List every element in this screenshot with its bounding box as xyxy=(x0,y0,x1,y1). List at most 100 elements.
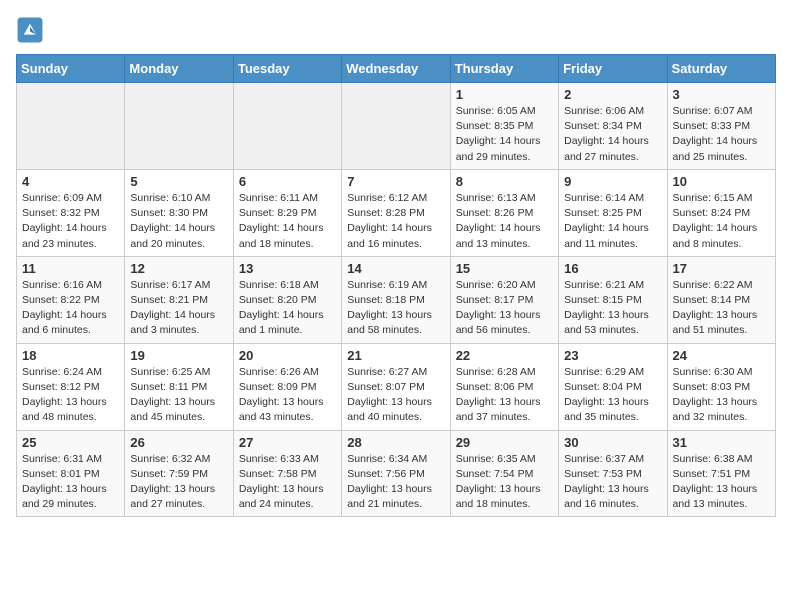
page-header xyxy=(16,16,776,44)
calendar-week-row: 4Sunrise: 6:09 AM Sunset: 8:32 PM Daylig… xyxy=(17,169,776,256)
weekday-header: Sunday xyxy=(17,55,125,83)
day-info: Sunrise: 6:05 AM Sunset: 8:35 PM Dayligh… xyxy=(456,104,553,165)
day-info: Sunrise: 6:27 AM Sunset: 8:07 PM Dayligh… xyxy=(347,365,444,426)
calendar-day-cell: 17Sunrise: 6:22 AM Sunset: 8:14 PM Dayli… xyxy=(667,256,775,343)
day-number: 24 xyxy=(673,348,770,363)
calendar-day-cell: 25 Sunrise: 6:31 AM Sunset: 8:01 PM Dayli… xyxy=(17,430,125,517)
day-info: Sunrise: 6:20 AM Sunset: 8:17 PM Dayligh… xyxy=(456,278,553,339)
weekday-header: Friday xyxy=(559,55,667,83)
day-info: Sunrise: 6:26 AM Sunset: 8:09 PM Dayligh… xyxy=(239,365,336,426)
day-info: Sunrise: 6:18 AM Sunset: 8:20 PM Dayligh… xyxy=(239,278,336,339)
day-number: 31 xyxy=(673,435,770,450)
day-info: Sunrise: 6:12 AM Sunset: 8:28 PM Dayligh… xyxy=(347,191,444,252)
day-number: 15 xyxy=(456,261,553,276)
day-number: 18 xyxy=(22,348,119,363)
day-info: Sunrise: 6:15 AM Sunset: 8:24 PM Dayligh… xyxy=(673,191,770,252)
day-info: Sunrise: 6:09 AM Sunset: 8:32 PM Dayligh… xyxy=(22,191,119,252)
calendar-day-cell xyxy=(125,83,233,170)
day-number: 29 xyxy=(456,435,553,450)
day-info: Sunrise: 6:11 AM Sunset: 8:29 PM Dayligh… xyxy=(239,191,336,252)
day-number: 16 xyxy=(564,261,661,276)
calendar-day-cell: 3 Sunrise: 6:07 AM Sunset: 8:33 PM Daylig… xyxy=(667,83,775,170)
calendar-day-cell: 29 Sunrise: 6:35 AM Sunset: 7:54 PM Dayli… xyxy=(450,430,558,517)
calendar-day-cell: 28Sunrise: 6:34 AM Sunset: 7:56 PM Dayli… xyxy=(342,430,450,517)
calendar-day-cell: 6 Sunrise: 6:11 AM Sunset: 8:29 PM Daylig… xyxy=(233,169,341,256)
weekday-header: Monday xyxy=(125,55,233,83)
day-info: Sunrise: 6:06 AM Sunset: 8:34 PM Dayligh… xyxy=(564,104,661,165)
day-info: Sunrise: 6:21 AM Sunset: 8:15 PM Dayligh… xyxy=(564,278,661,339)
day-info: Sunrise: 6:25 AM Sunset: 8:11 PM Dayligh… xyxy=(130,365,227,426)
calendar-day-cell: 8Sunrise: 6:13 AM Sunset: 8:26 PM Daylig… xyxy=(450,169,558,256)
day-number: 1 xyxy=(456,87,553,102)
calendar-week-row: 18 Sunrise: 6:24 AM Sunset: 8:12 PM Dayli… xyxy=(17,343,776,430)
calendar-day-cell: 31Sunrise: 6:38 AM Sunset: 7:51 PM Dayli… xyxy=(667,430,775,517)
calendar-day-cell: 11 Sunrise: 6:16 AM Sunset: 8:22 PM Dayli… xyxy=(17,256,125,343)
calendar-day-cell xyxy=(17,83,125,170)
day-number: 27 xyxy=(239,435,336,450)
day-number: 13 xyxy=(239,261,336,276)
calendar-day-cell xyxy=(233,83,341,170)
day-info: Sunrise: 6:19 AM Sunset: 8:18 PM Dayligh… xyxy=(347,278,444,339)
day-info: Sunrise: 6:07 AM Sunset: 8:33 PM Dayligh… xyxy=(673,104,770,165)
day-number: 25 xyxy=(22,435,119,450)
calendar-day-cell: 1 Sunrise: 6:05 AM Sunset: 8:35 PM Daylig… xyxy=(450,83,558,170)
day-info: Sunrise: 6:24 AM Sunset: 8:12 PM Dayligh… xyxy=(22,365,119,426)
day-number: 21 xyxy=(347,348,444,363)
day-info: Sunrise: 6:31 AM Sunset: 8:01 PM Dayligh… xyxy=(22,452,119,513)
day-number: 3 xyxy=(673,87,770,102)
day-info: Sunrise: 6:22 AM Sunset: 8:14 PM Dayligh… xyxy=(673,278,770,339)
calendar-day-cell: 2 Sunrise: 6:06 AM Sunset: 8:34 PM Daylig… xyxy=(559,83,667,170)
day-number: 9 xyxy=(564,174,661,189)
day-number: 26 xyxy=(130,435,227,450)
day-number: 14 xyxy=(347,261,444,276)
calendar-header-row: SundayMondayTuesdayWednesdayThursdayFrid… xyxy=(17,55,776,83)
calendar-day-cell: 18 Sunrise: 6:24 AM Sunset: 8:12 PM Dayli… xyxy=(17,343,125,430)
calendar-day-cell: 19 Sunrise: 6:25 AM Sunset: 8:11 PM Dayli… xyxy=(125,343,233,430)
day-info: Sunrise: 6:17 AM Sunset: 8:21 PM Dayligh… xyxy=(130,278,227,339)
day-info: Sunrise: 6:28 AM Sunset: 8:06 PM Dayligh… xyxy=(456,365,553,426)
calendar-day-cell: 13 Sunrise: 6:18 AM Sunset: 8:20 PM Dayli… xyxy=(233,256,341,343)
calendar-day-cell: 21 Sunrise: 6:27 AM Sunset: 8:07 PM Dayli… xyxy=(342,343,450,430)
day-number: 6 xyxy=(239,174,336,189)
day-number: 19 xyxy=(130,348,227,363)
day-info: Sunrise: 6:33 AM Sunset: 7:58 PM Dayligh… xyxy=(239,452,336,513)
day-info: Sunrise: 6:14 AM Sunset: 8:25 PM Dayligh… xyxy=(564,191,661,252)
day-info: Sunrise: 6:29 AM Sunset: 8:04 PM Dayligh… xyxy=(564,365,661,426)
calendar-day-cell xyxy=(342,83,450,170)
day-number: 22 xyxy=(456,348,553,363)
day-info: Sunrise: 6:13 AM Sunset: 8:26 PM Dayligh… xyxy=(456,191,553,252)
day-number: 28 xyxy=(347,435,444,450)
day-info: Sunrise: 6:10 AM Sunset: 8:30 PM Dayligh… xyxy=(130,191,227,252)
day-info: Sunrise: 6:32 AM Sunset: 7:59 PM Dayligh… xyxy=(130,452,227,513)
day-info: Sunrise: 6:30 AM Sunset: 8:03 PM Dayligh… xyxy=(673,365,770,426)
calendar-day-cell: 9 Sunrise: 6:14 AM Sunset: 8:25 PM Daylig… xyxy=(559,169,667,256)
calendar-week-row: 25 Sunrise: 6:31 AM Sunset: 8:01 PM Dayli… xyxy=(17,430,776,517)
calendar-day-cell: 7 Sunrise: 6:12 AM Sunset: 8:28 PM Daylig… xyxy=(342,169,450,256)
calendar-day-cell: 20 Sunrise: 6:26 AM Sunset: 8:09 PM Dayli… xyxy=(233,343,341,430)
calendar-day-cell: 16 Sunrise: 6:21 AM Sunset: 8:15 PM Dayli… xyxy=(559,256,667,343)
calendar-day-cell: 5 Sunrise: 6:10 AM Sunset: 8:30 PM Daylig… xyxy=(125,169,233,256)
day-number: 20 xyxy=(239,348,336,363)
logo-icon xyxy=(16,16,44,44)
day-number: 10 xyxy=(673,174,770,189)
calendar-day-cell: 26 Sunrise: 6:32 AM Sunset: 7:59 PM Dayli… xyxy=(125,430,233,517)
weekday-header: Tuesday xyxy=(233,55,341,83)
day-number: 7 xyxy=(347,174,444,189)
calendar-day-cell: 15 Sunrise: 6:20 AM Sunset: 8:17 PM Dayli… xyxy=(450,256,558,343)
day-number: 2 xyxy=(564,87,661,102)
day-info: Sunrise: 6:16 AM Sunset: 8:22 PM Dayligh… xyxy=(22,278,119,339)
calendar-day-cell: 4Sunrise: 6:09 AM Sunset: 8:32 PM Daylig… xyxy=(17,169,125,256)
weekday-header: Thursday xyxy=(450,55,558,83)
day-info: Sunrise: 6:35 AM Sunset: 7:54 PM Dayligh… xyxy=(456,452,553,513)
day-info: Sunrise: 6:37 AM Sunset: 7:53 PM Dayligh… xyxy=(564,452,661,513)
day-number: 5 xyxy=(130,174,227,189)
day-number: 11 xyxy=(22,261,119,276)
calendar-week-row: 1 Sunrise: 6:05 AM Sunset: 8:35 PM Daylig… xyxy=(17,83,776,170)
calendar-day-cell: 22 Sunrise: 6:28 AM Sunset: 8:06 PM Dayli… xyxy=(450,343,558,430)
calendar-day-cell: 10 Sunrise: 6:15 AM Sunset: 8:24 PM Dayli… xyxy=(667,169,775,256)
calendar-day-cell: 12 Sunrise: 6:17 AM Sunset: 8:21 PM Dayli… xyxy=(125,256,233,343)
calendar-day-cell: 24 Sunrise: 6:30 AM Sunset: 8:03 PM Dayli… xyxy=(667,343,775,430)
calendar-week-row: 11 Sunrise: 6:16 AM Sunset: 8:22 PM Dayli… xyxy=(17,256,776,343)
day-number: 12 xyxy=(130,261,227,276)
calendar-table: SundayMondayTuesdayWednesdayThursdayFrid… xyxy=(16,54,776,517)
